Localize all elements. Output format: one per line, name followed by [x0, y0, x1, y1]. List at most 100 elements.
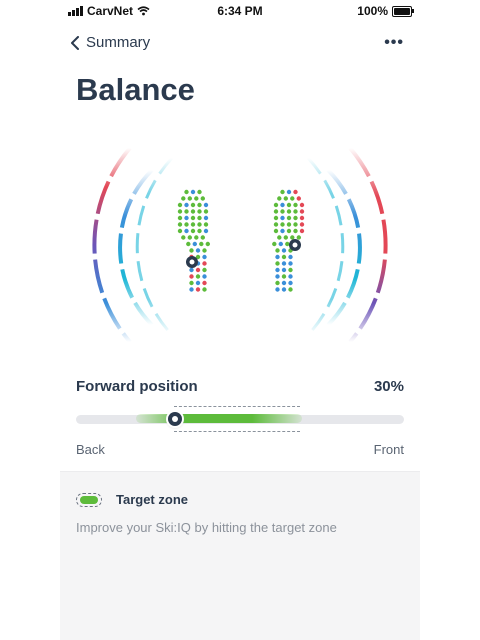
pressure-dot: [299, 215, 305, 221]
pressure-dot: [203, 215, 209, 221]
pressure-dot: [299, 222, 305, 227]
slider-max-label: Front: [373, 442, 404, 457]
legend-label: Target zone: [116, 492, 188, 507]
nav-bar: Summary •••: [70, 32, 410, 58]
pressure-dot: [288, 280, 293, 286]
pressure-dot: [197, 209, 202, 214]
phone-screen: CarvNet 6:34 PM 100% Summary ••• Balance: [60, 0, 420, 640]
battery-icon: [392, 5, 414, 17]
pressure-dot: [186, 241, 191, 247]
pressure-dot: [202, 274, 207, 279]
battery-group: 100%: [357, 4, 414, 18]
legend-hint: Improve your Ski:IQ by hitting the targe…: [76, 520, 337, 535]
target-zone-icon: [76, 492, 102, 507]
metric-value: 30%: [373, 378, 404, 395]
slider-thumb[interactable]: [168, 412, 182, 426]
pressure-dot: [273, 202, 279, 208]
page-title: Balance: [76, 72, 195, 107]
slider-end-labels: Back Front: [76, 442, 404, 457]
pressure-dot: [286, 228, 292, 234]
pressure-dot: [290, 235, 295, 240]
pressure-dot: [184, 215, 189, 221]
back-button[interactable]: Summary: [70, 34, 150, 51]
chevron-left-icon: [71, 35, 79, 50]
status-bar: CarvNet 6:34 PM 100%: [60, 0, 420, 22]
pressure-dot: [197, 222, 202, 227]
pressure-dot: [275, 287, 280, 292]
balance-visualization: [92, 146, 388, 344]
pressure-dot: [277, 196, 282, 201]
pressure-dot: [281, 254, 287, 260]
pressure-dot: [189, 287, 194, 292]
pressure-dot: [288, 287, 293, 292]
pressure-dot: [280, 228, 285, 234]
pressure-dot: [202, 261, 207, 266]
pressure-dot: [293, 202, 298, 208]
pressure-dot: [202, 267, 207, 273]
pressure-dot: [177, 209, 183, 214]
pressure-dot: [195, 267, 201, 273]
pressure-dot: [283, 196, 288, 201]
back-label: Summary: [86, 34, 151, 51]
pressure-dot: [190, 209, 196, 214]
pressure-dot: [195, 287, 201, 292]
pressure-dot: [203, 222, 209, 227]
pressure-dot: [299, 209, 305, 214]
pressure-dot: [296, 196, 301, 201]
position-slider[interactable]: [76, 402, 404, 438]
pressure-dot: [275, 267, 280, 273]
pressure-dot: [187, 196, 192, 201]
pressure-dot: [280, 215, 285, 221]
pressure-dot: [192, 241, 197, 247]
pressure-dot: [189, 248, 194, 253]
pressure-dot: [280, 209, 285, 214]
pressure-dot: [197, 202, 202, 208]
forward-position-row: Forward position 30%: [76, 378, 404, 396]
pressure-dot: [288, 274, 293, 279]
pressure-dot: [275, 280, 280, 286]
pressure-dot: [197, 189, 202, 195]
pressure-dot: [190, 228, 196, 234]
pressure-dot: [177, 202, 183, 208]
pressure-dot: [299, 202, 305, 208]
pressure-dot: [202, 280, 207, 286]
pressure-dot: [194, 196, 199, 201]
left-arcs: [92, 146, 174, 344]
pressure-dot: [273, 209, 279, 214]
pressure-dot: [273, 222, 279, 227]
left-outer-arc: [92, 146, 132, 344]
pressure-dot: [177, 228, 183, 234]
pressure-dot: [202, 287, 207, 292]
pressure-dot: [293, 189, 298, 195]
metric-label: Forward position: [76, 378, 198, 395]
pressure-dot: [197, 228, 202, 234]
pressure-dot: [184, 202, 189, 208]
pressure-dot: [203, 228, 209, 234]
left-foot-pressure-map: [177, 189, 210, 292]
pressure-dot: [190, 222, 196, 227]
more-button[interactable]: •••: [384, 34, 404, 52]
pressure-dot: [195, 274, 201, 279]
slider-min-label: Back: [76, 442, 105, 457]
pressure-dot: [280, 189, 285, 195]
pressure-dot: [293, 222, 298, 227]
pressure-dot: [184, 209, 189, 214]
pressure-dot: [280, 202, 285, 208]
right-outer-arc: [348, 146, 388, 344]
pressure-dot: [290, 196, 295, 201]
pressure-dot: [288, 261, 293, 266]
pressure-dot: [293, 228, 298, 234]
pressure-dot: [195, 248, 201, 253]
pressure-dot: [286, 189, 292, 195]
pressure-dot: [184, 228, 189, 234]
pressure-dot: [189, 267, 194, 273]
pressure-dot: [286, 202, 292, 208]
pressure-dot: [280, 222, 285, 227]
pressure-dot: [273, 215, 279, 221]
pressure-dot: [189, 280, 194, 286]
pressure-dot: [194, 235, 199, 240]
pressure-dot: [195, 280, 201, 286]
pressure-dot: [202, 248, 207, 253]
pressure-dot: [283, 235, 288, 240]
right-arcs: [306, 146, 388, 344]
